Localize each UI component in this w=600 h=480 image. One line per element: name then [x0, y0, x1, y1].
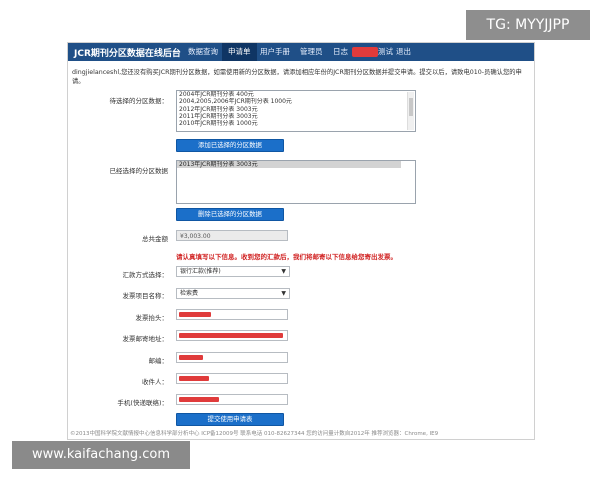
top-navigation-bar: JCR期刊分区数据在线后台 数据查询 申请单 用户手册 管理员 日志 测试 退出: [68, 43, 534, 61]
phone-label: 手机(快递联络)：: [117, 399, 168, 407]
app-title: JCR期刊分区数据在线后台: [74, 49, 181, 59]
payment-method-select[interactable]: 银行汇款(推荐) ▼: [176, 266, 290, 277]
nav-item-log[interactable]: 日志: [333, 43, 348, 61]
redacted-mark: [179, 355, 203, 360]
redacted-mark: [179, 312, 211, 317]
redacted-mark: [352, 47, 378, 57]
invoice-title-label: 发票抬头：: [135, 314, 169, 322]
list-item[interactable]: 2011年JCR期刊分表 3003元: [177, 113, 415, 120]
remove-selected-button[interactable]: 删除已选择的分区数据: [176, 208, 284, 221]
selected-data-label: 已经选择的分区数据: [109, 167, 169, 175]
mail-address-label: 发票邮寄地址：: [122, 335, 169, 343]
total-amount-field: ¥3,003.00: [176, 230, 288, 241]
phone-input[interactable]: [176, 394, 288, 405]
total-amount-label: 总共金额: [142, 235, 168, 243]
nav-item-admin[interactable]: 管理员: [300, 43, 323, 61]
mail-address-input[interactable]: [176, 330, 288, 341]
payment-method-value: 银行汇款(推荐): [180, 268, 221, 275]
nav-item-application[interactable]: 申请单: [222, 43, 257, 61]
scrollbar-thumb[interactable]: [409, 98, 413, 116]
redacted-mark: [179, 376, 209, 381]
nav-item-test[interactable]: 测试: [378, 43, 393, 61]
submit-application-button[interactable]: 提交使用申请表: [176, 413, 284, 426]
invoice-item-value: 检索费: [180, 290, 199, 297]
invoice-title-input[interactable]: [176, 309, 288, 320]
recipient-input[interactable]: [176, 373, 288, 384]
watermark-top-right: TG: MYYJJPP: [466, 10, 590, 40]
app-window: JCR期刊分区数据在线后台 数据查询 申请单 用户手册 管理员 日志 测试 退出…: [67, 42, 535, 440]
list-item[interactable]: 2010年JCR期刊分表 1000元: [177, 120, 415, 127]
postcode-label: 邮编：: [148, 357, 169, 365]
selected-data-listbox[interactable]: 2013年JCR期刊分表 3003元: [176, 160, 416, 204]
available-data-listbox[interactable]: 2004年JCR期刊分表 400元 2004,2005,2006年JCR期刊分表…: [176, 90, 416, 132]
chevron-down-icon: ▼: [281, 268, 286, 275]
list-item[interactable]: 2004年JCR期刊分表 400元: [177, 91, 415, 98]
recipient-label: 收件人：: [142, 378, 168, 386]
chevron-down-icon: ▼: [281, 290, 286, 297]
listbox-scrollbar[interactable]: [407, 92, 414, 130]
intro-text: dingjielanceshl,您还没有购买JCR期刊分区数据，如需使用新的分区…: [72, 69, 522, 85]
add-selected-button[interactable]: 添加已选择的分区数据: [176, 139, 284, 152]
nav-item-user-manual[interactable]: 用户手册: [260, 43, 290, 61]
redacted-mark: [179, 397, 219, 402]
invoice-item-label: 发票项目名称：: [122, 292, 169, 300]
list-item[interactable]: 2013年JCR期刊分表 3003元: [177, 161, 401, 169]
invoice-item-select[interactable]: 检索费 ▼: [176, 288, 290, 299]
footer-text: ©2013中国科学院文献情报中心信息科学部分析中心 ICP备12009号 联系电…: [70, 431, 439, 437]
notice-text: 请认真填写以下信息。收到您的汇款后，我们将邮寄以下信息给您寄出发票。: [176, 253, 397, 261]
nav-item-logout[interactable]: 退出: [396, 43, 411, 61]
payment-method-label: 汇款方式选择：: [122, 271, 169, 279]
postcode-input[interactable]: [176, 352, 288, 363]
list-item[interactable]: 2012年JCR期刊分表 3003元: [177, 106, 415, 113]
watermark-bottom-left: www.kaifachang.com: [12, 441, 190, 469]
list-item[interactable]: 2004,2005,2006年JCR期刊分表 1000元: [177, 98, 415, 105]
nav-item-data-query[interactable]: 数据查询: [188, 43, 218, 61]
redacted-mark: [179, 333, 283, 338]
available-data-label: 待选择的分区数据：: [109, 97, 169, 105]
